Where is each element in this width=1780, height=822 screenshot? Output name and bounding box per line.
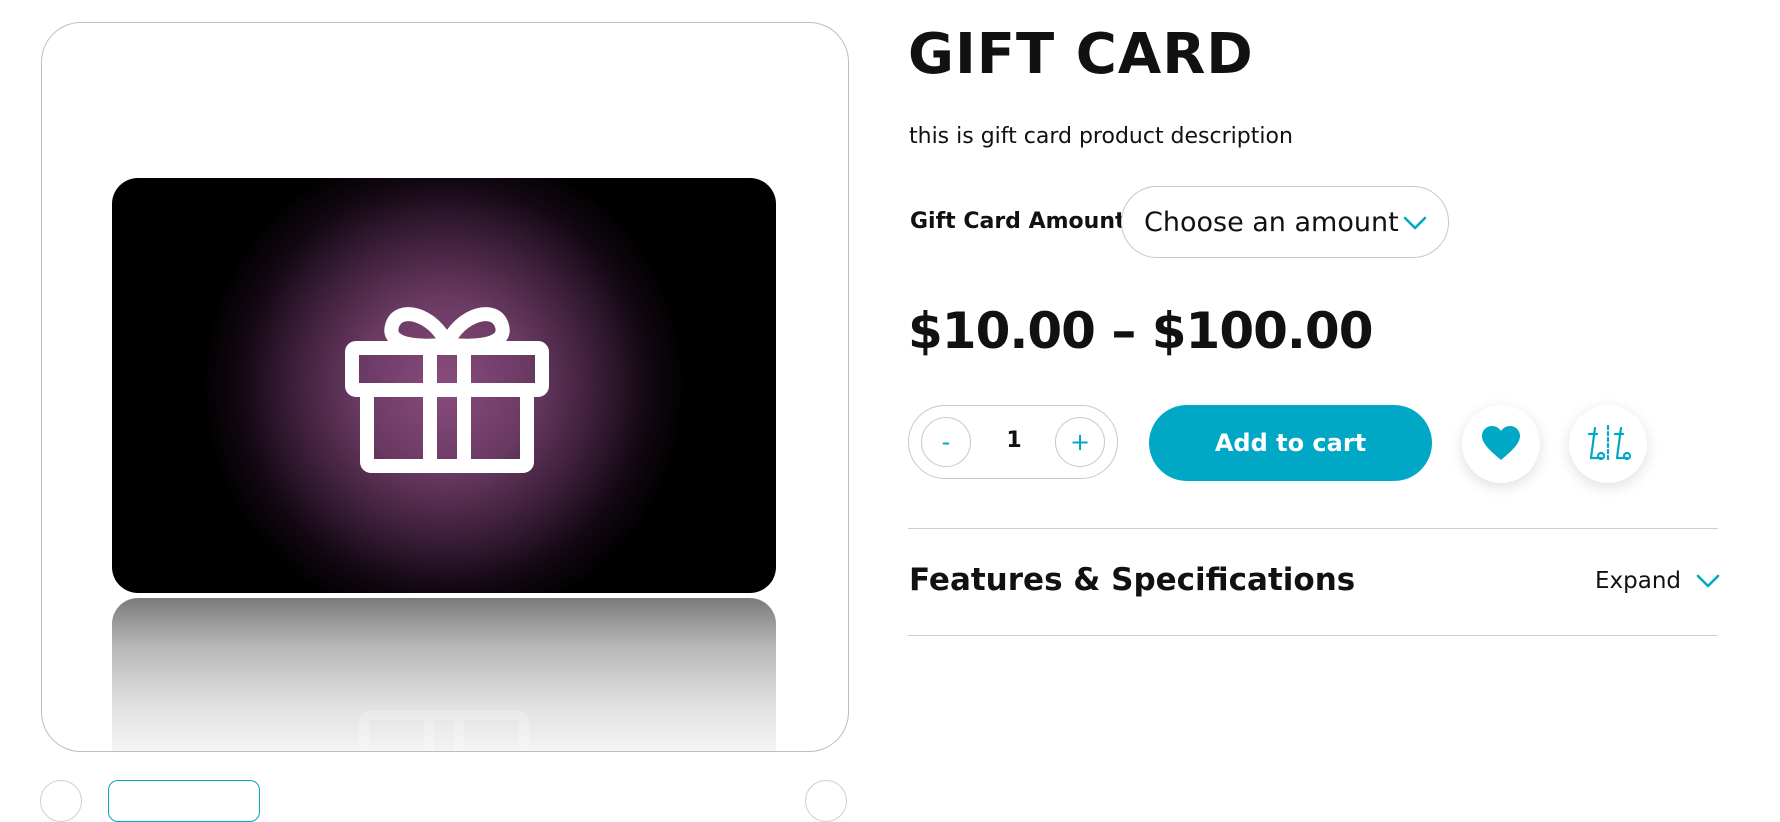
features-expand-toggle[interactable]: Expand — [1595, 568, 1721, 594]
quantity-stepper: - 1 + — [908, 405, 1118, 479]
features-section-title: Features & Specifications — [909, 562, 1356, 598]
product-price-range: $10.00 – $100.00 — [908, 302, 1373, 360]
section-divider — [908, 635, 1718, 636]
thumbnail-next-button[interactable] — [805, 780, 847, 822]
amount-select-value: Choose an amount — [1144, 206, 1399, 238]
product-description: this is gift card product description — [909, 124, 1293, 149]
section-divider — [908, 528, 1718, 529]
quantity-input[interactable]: 1 — [979, 428, 1049, 453]
gift-card-amount-select[interactable]: Choose an amount — [1121, 186, 1449, 258]
quantity-decrease-button[interactable]: - — [921, 417, 971, 467]
wishlist-button[interactable] — [1462, 405, 1540, 483]
gift-icon — [345, 307, 549, 473]
chevron-down-icon — [1403, 216, 1427, 230]
gift-card-amount-label: Gift Card Amount — [910, 209, 1126, 234]
thumbnail-prev-button[interactable] — [40, 780, 82, 822]
product-title: GIFT CARD — [908, 22, 1254, 87]
quantity-increase-button[interactable]: + — [1055, 417, 1105, 467]
gift-card-image — [112, 178, 776, 593]
add-to-cart-button[interactable]: Add to cart — [1149, 405, 1432, 481]
expand-label: Expand — [1595, 568, 1682, 594]
chevron-down-icon — [1696, 574, 1720, 588]
thumbnail-item[interactable] — [108, 780, 260, 822]
product-image-frame — [41, 22, 849, 752]
compare-button[interactable] — [1569, 405, 1647, 483]
heart-icon — [1482, 426, 1520, 460]
compare-icon — [1587, 424, 1632, 464]
gift-reflection-icon — [359, 710, 529, 751]
gift-card-reflection — [112, 598, 776, 751]
